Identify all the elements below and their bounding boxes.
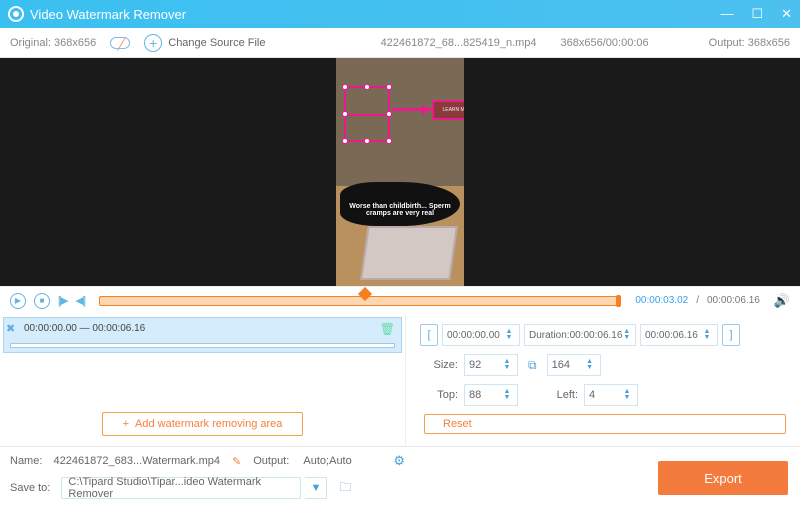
original-label: Original: (10, 37, 51, 49)
original-dimensions: 368x656 (54, 37, 96, 49)
close-button[interactable]: ✕ (781, 6, 792, 22)
left-label: Left: (534, 389, 578, 401)
source-bar: Original: 368x656 + Change Source File 4… (0, 28, 800, 58)
minimize-button[interactable]: — (720, 6, 733, 22)
app-logo-icon (8, 6, 24, 22)
timeline-end-handle[interactable] (616, 295, 621, 307)
open-folder-icon[interactable]: 🗀 (339, 478, 351, 499)
target-badge: LEARN MORE (432, 100, 464, 120)
output-dimensions: 368x656 (748, 37, 790, 49)
segment-range-bar[interactable] (10, 343, 395, 348)
preview-toggle-icon[interactable] (110, 37, 130, 49)
segment-end: 00:00:06.16 (92, 323, 145, 334)
range-start-input[interactable]: 00:00:00.00 ▲▼ (442, 324, 520, 346)
save-to-label: Save to: (10, 482, 50, 494)
time-current: 00:00:03.02 (635, 295, 688, 306)
app-title: Video Watermark Remover (30, 7, 186, 22)
top-input[interactable]: 88▲▼ (464, 384, 518, 406)
pin-icon: ✖ (6, 322, 15, 335)
change-source-button[interactable]: + Change Source File (144, 34, 265, 52)
output-format-value: Auto;Auto (303, 455, 383, 467)
properties-panel: [ 00:00:00.00 ▲▼ Duration: 00:00:06.16 ▲… (406, 314, 800, 446)
mark-out-button[interactable]: ◀] (76, 294, 86, 307)
video-frame: Worse than childbirth... Sperm cramps ar… (336, 58, 464, 286)
play-button[interactable]: ▶ (10, 293, 26, 309)
reset-button[interactable]: Reset (424, 414, 786, 434)
down-icon[interactable]: ▼ (503, 335, 515, 341)
width-input[interactable]: 92▲▼ (464, 354, 518, 376)
range-end-input[interactable]: 00:00:06.16 ▲▼ (640, 324, 718, 346)
source-filename: 422461872_68...825419_n.mp4 (381, 37, 537, 49)
link-aspect-icon[interactable]: ⧉ (528, 358, 537, 373)
titlebar: Video Watermark Remover — ☐ ✕ (0, 0, 800, 28)
add-area-label: Add watermark removing area (135, 418, 282, 430)
segment-start: 00:00:00.00 (24, 323, 77, 334)
set-end-button[interactable]: ] (722, 324, 740, 346)
height-input[interactable]: 164▲▼ (547, 354, 601, 376)
mark-in-button[interactable]: [▶ (58, 294, 68, 307)
output-label: Output: (709, 37, 745, 49)
output-format-label: Output: (253, 455, 289, 467)
left-input[interactable]: 4▲▼ (584, 384, 638, 406)
save-path-dropdown[interactable]: ▼ (305, 477, 327, 499)
size-label: Size: (420, 359, 458, 371)
segments-panel: ✖ 00:00:00.00 — 00:00:06.16 🗑 + Add wate… (0, 314, 406, 446)
plus-icon: + (144, 34, 162, 52)
window-controls: — ☐ ✕ (720, 6, 792, 22)
playhead-icon[interactable] (358, 286, 372, 300)
save-path-input[interactable]: C:\Tipard Studio\Tipar...ideo Watermark … (61, 477, 301, 499)
video-preview[interactable]: Worse than childbirth... Sperm cramps ar… (0, 58, 800, 286)
edit-name-icon[interactable]: ✎ (232, 455, 241, 468)
stop-button[interactable]: ■ (34, 293, 50, 309)
playback-controls: ▶ ■ [▶ ◀] 00:00:03.02 / 00:00:06.16 🔊 (0, 286, 800, 314)
top-label: Top: (420, 389, 458, 401)
range-duration-input[interactable]: Duration: 00:00:06.16 ▲▼ (524, 324, 636, 346)
arrow-icon (392, 108, 432, 111)
footer: Name: 422461872_683...Watermark.mp4 ✎ Ou… (0, 446, 800, 523)
volume-icon[interactable]: 🔊 (774, 293, 790, 309)
output-name: 422461872_683...Watermark.mp4 (53, 455, 220, 467)
watermark-selection-box[interactable] (344, 86, 390, 142)
maximize-button[interactable]: ☐ (751, 6, 763, 22)
add-watermark-area-button[interactable]: + Add watermark removing area (102, 412, 304, 436)
timeline-slider[interactable] (99, 296, 621, 306)
plus-icon: + (123, 418, 129, 430)
watermark-segment[interactable]: ✖ 00:00:00.00 — 00:00:06.16 🗑 (3, 317, 402, 353)
export-button[interactable]: Export (658, 461, 788, 495)
time-total: 00:00:06.16 (707, 295, 760, 306)
set-start-button[interactable]: [ (420, 324, 438, 346)
change-source-label: Change Source File (168, 37, 265, 49)
output-settings-icon[interactable]: ⚙ (393, 453, 405, 469)
delete-segment-icon[interactable]: 🗑 (380, 322, 395, 336)
name-label: Name: (10, 455, 42, 467)
video-caption: Worse than childbirth... Sperm cramps ar… (336, 203, 464, 218)
time-sep: / (696, 295, 699, 306)
source-dim-time: 368x656/00:00:06 (561, 37, 649, 49)
